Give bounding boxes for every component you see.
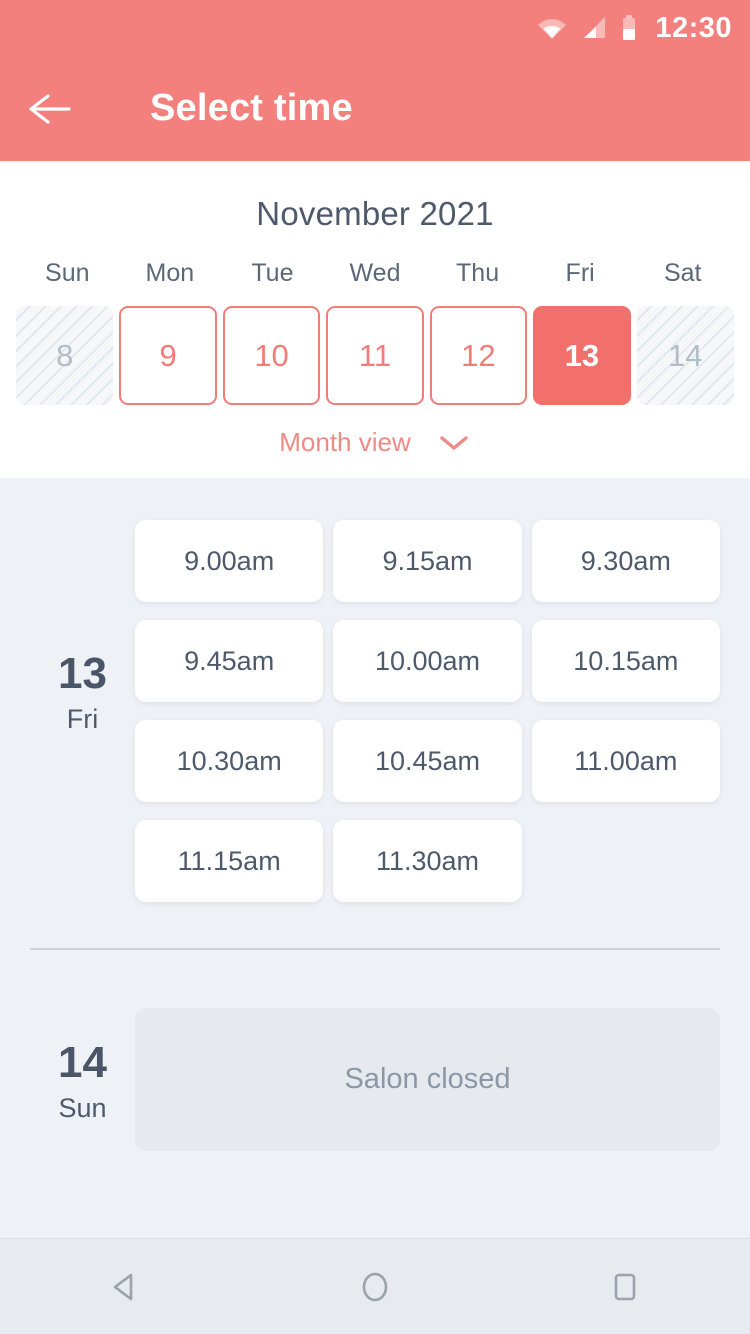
app-bar: Select time: [0, 56, 750, 161]
status-bar: 12:30: [0, 0, 750, 56]
time-slot[interactable]: 10.45am: [333, 720, 522, 802]
day-number: 14: [58, 1038, 107, 1087]
app-screen: 12:30 Select time November 2021 Sun Mon …: [0, 0, 750, 1334]
signal-icon: [581, 16, 607, 40]
day-number: 13: [58, 648, 107, 698]
calendar-day-10[interactable]: 10: [222, 306, 321, 405]
time-slot[interactable]: 10.15am: [531, 620, 720, 702]
day-section-13: 13 Fri 9.00am 9.15am 9.30am 9.45am 10.00…: [0, 478, 750, 902]
time-slot-grid: 9.00am 9.15am 9.30am 9.45am 10.00am 10.1…: [135, 478, 720, 902]
time-slot[interactable]: 9.15am: [333, 520, 522, 602]
calendar-day-9[interactable]: 9: [119, 306, 217, 405]
android-nav-bar: [0, 1238, 750, 1334]
weekday-label: Sun: [45, 259, 90, 287]
calendar-day-11[interactable]: 11: [326, 306, 424, 405]
month-view-toggle[interactable]: Month view: [0, 427, 750, 458]
time-slot[interactable]: 9.30am: [531, 520, 720, 602]
time-slot[interactable]: 10.00am: [333, 620, 522, 702]
section-divider: [30, 948, 720, 950]
day-label-14: 14 Sun: [30, 1035, 135, 1124]
time-slot[interactable]: 9.00am: [135, 520, 324, 602]
day-section-14: 14 Sun Salon closed: [0, 1008, 750, 1151]
status-bar-clock: 12:30: [655, 11, 732, 44]
time-slot[interactable]: 11.15am: [135, 820, 324, 902]
weekday-label: Tue: [251, 259, 294, 287]
calendar-day-8: 8: [16, 306, 114, 405]
day-label-13: 13 Fri: [30, 478, 135, 902]
time-slot[interactable]: 11.00am: [531, 720, 720, 802]
page-title: Select time: [150, 87, 353, 129]
time-slot[interactable]: 11.30am: [333, 820, 522, 902]
battery-icon: [621, 15, 637, 41]
back-button[interactable]: [0, 56, 96, 161]
weekday-label: Fri: [565, 259, 595, 287]
wifi-icon: [537, 16, 567, 40]
arrow-left-icon: [29, 93, 71, 124]
calendar-panel: November 2021 Sun Mon Tue Wed Thu Fri Sa…: [0, 161, 750, 478]
calendar-day-12[interactable]: 12: [429, 306, 528, 405]
weekday-label: Mon: [145, 259, 195, 287]
weekday-label: Thu: [456, 259, 500, 287]
day-weekday: Fri: [66, 703, 99, 734]
weekday-label: Wed: [349, 259, 401, 287]
salon-closed-notice: Salon closed: [135, 1008, 720, 1151]
calendar-day-14: 14: [636, 306, 734, 405]
calendar-day-row: 8 9 10 11 12 13 14: [0, 306, 750, 405]
square-recents-icon: [614, 1273, 636, 1300]
calendar-month-title: November 2021: [256, 195, 494, 232]
nav-recents-button[interactable]: [565, 1239, 685, 1334]
circle-home-icon: [362, 1272, 388, 1301]
calendar-weekday-row: Sun Mon Tue Wed Thu Fri Sat: [0, 259, 750, 288]
nav-back-button[interactable]: [65, 1239, 185, 1334]
nav-home-button[interactable]: [315, 1239, 435, 1334]
chevron-down-icon: [440, 435, 468, 450]
schedule-list: 13 Fri 9.00am 9.15am 9.30am 9.45am 10.00…: [0, 478, 750, 1238]
time-slot[interactable]: 9.45am: [135, 620, 324, 702]
weekday-label: Sat: [663, 259, 702, 287]
month-view-label: Month view: [279, 427, 411, 457]
triangle-back-icon: [113, 1273, 133, 1300]
time-slot[interactable]: 10.30am: [135, 720, 324, 802]
day-weekday: Sun: [58, 1093, 107, 1123]
calendar-day-13[interactable]: 13: [533, 306, 631, 405]
